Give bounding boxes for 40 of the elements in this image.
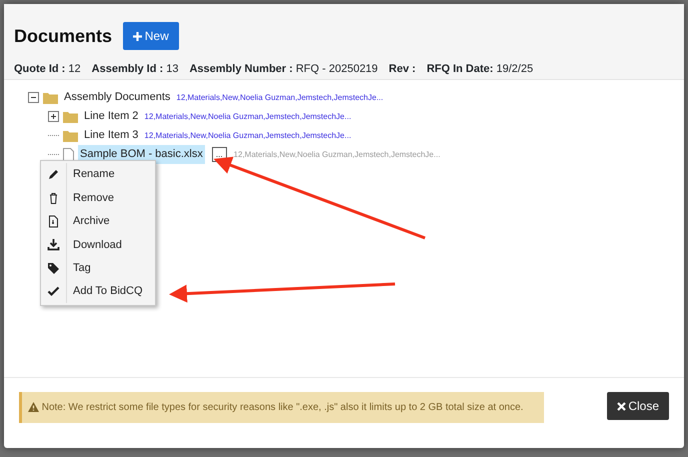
info-value: 19/2/25: [496, 63, 534, 75]
expand-toggle[interactable]: [48, 111, 59, 122]
tag-icon: [47, 262, 60, 275]
menu-item[interactable]: Download: [41, 233, 155, 257]
item-details: 12,Materials,New,Noelia Guzman,Jemstech,JemstechJe...: [144, 110, 352, 122]
menu-item[interactable]: Add To BidCQ: [41, 280, 155, 304]
item-details: 12,Materials,New,Noelia Guzman,Jemstech,JemstechJe...: [176, 92, 384, 104]
note-text: Note: We restrict some file types for security reasons like ".exe, .js" also it limits up to 2 GB total size at once.: [42, 400, 524, 414]
folder-icon: [43, 91, 58, 104]
item-details: 12,Materials,New,Noelia Guzman,Jemstech,JemstechJe...: [234, 148, 440, 160]
trash-icon: [47, 192, 60, 205]
download-icon: [47, 238, 60, 252]
folder-name[interactable]: Line Item 2: [82, 107, 140, 126]
close-button[interactable]: Close: [606, 392, 669, 420]
close-icon: [616, 402, 626, 410]
folder-icon: [63, 129, 78, 142]
menu-item[interactable]: Remove: [41, 186, 155, 210]
menu-item[interactable]: Archive: [41, 210, 155, 234]
new-button[interactable]: New: [123, 22, 179, 50]
menu-item[interactable]: Tag: [41, 256, 155, 280]
plus-icon: [133, 32, 142, 40]
info-value: 12: [68, 63, 81, 75]
pencil-icon: [47, 168, 60, 182]
file-icon: [47, 214, 60, 228]
menu-item[interactable]: Rename: [41, 163, 155, 186]
info-label: Assembly Number :: [189, 63, 293, 75]
folder-name[interactable]: Line Item 3: [82, 126, 140, 145]
info-label: Rev :: [388, 63, 416, 75]
info-value: 13: [166, 63, 178, 75]
dialog-title: Documents: [14, 24, 112, 48]
info-value: RFQ - 20250219: [296, 63, 378, 75]
warning-icon: [28, 402, 39, 412]
folder-name[interactable]: Assembly Documents: [62, 88, 172, 107]
info-label: RFQ In Date:: [426, 63, 494, 75]
item-details: 12,Materials,New,Noelia Guzman,Jemstech,JemstechJe...: [144, 130, 352, 142]
folder-icon: [63, 110, 78, 123]
info-label: Assembly Id :: [92, 63, 164, 75]
info-label: Quote Id :: [14, 63, 66, 75]
collapse-toggle[interactable]: [28, 92, 39, 103]
check-icon: [47, 285, 60, 298]
